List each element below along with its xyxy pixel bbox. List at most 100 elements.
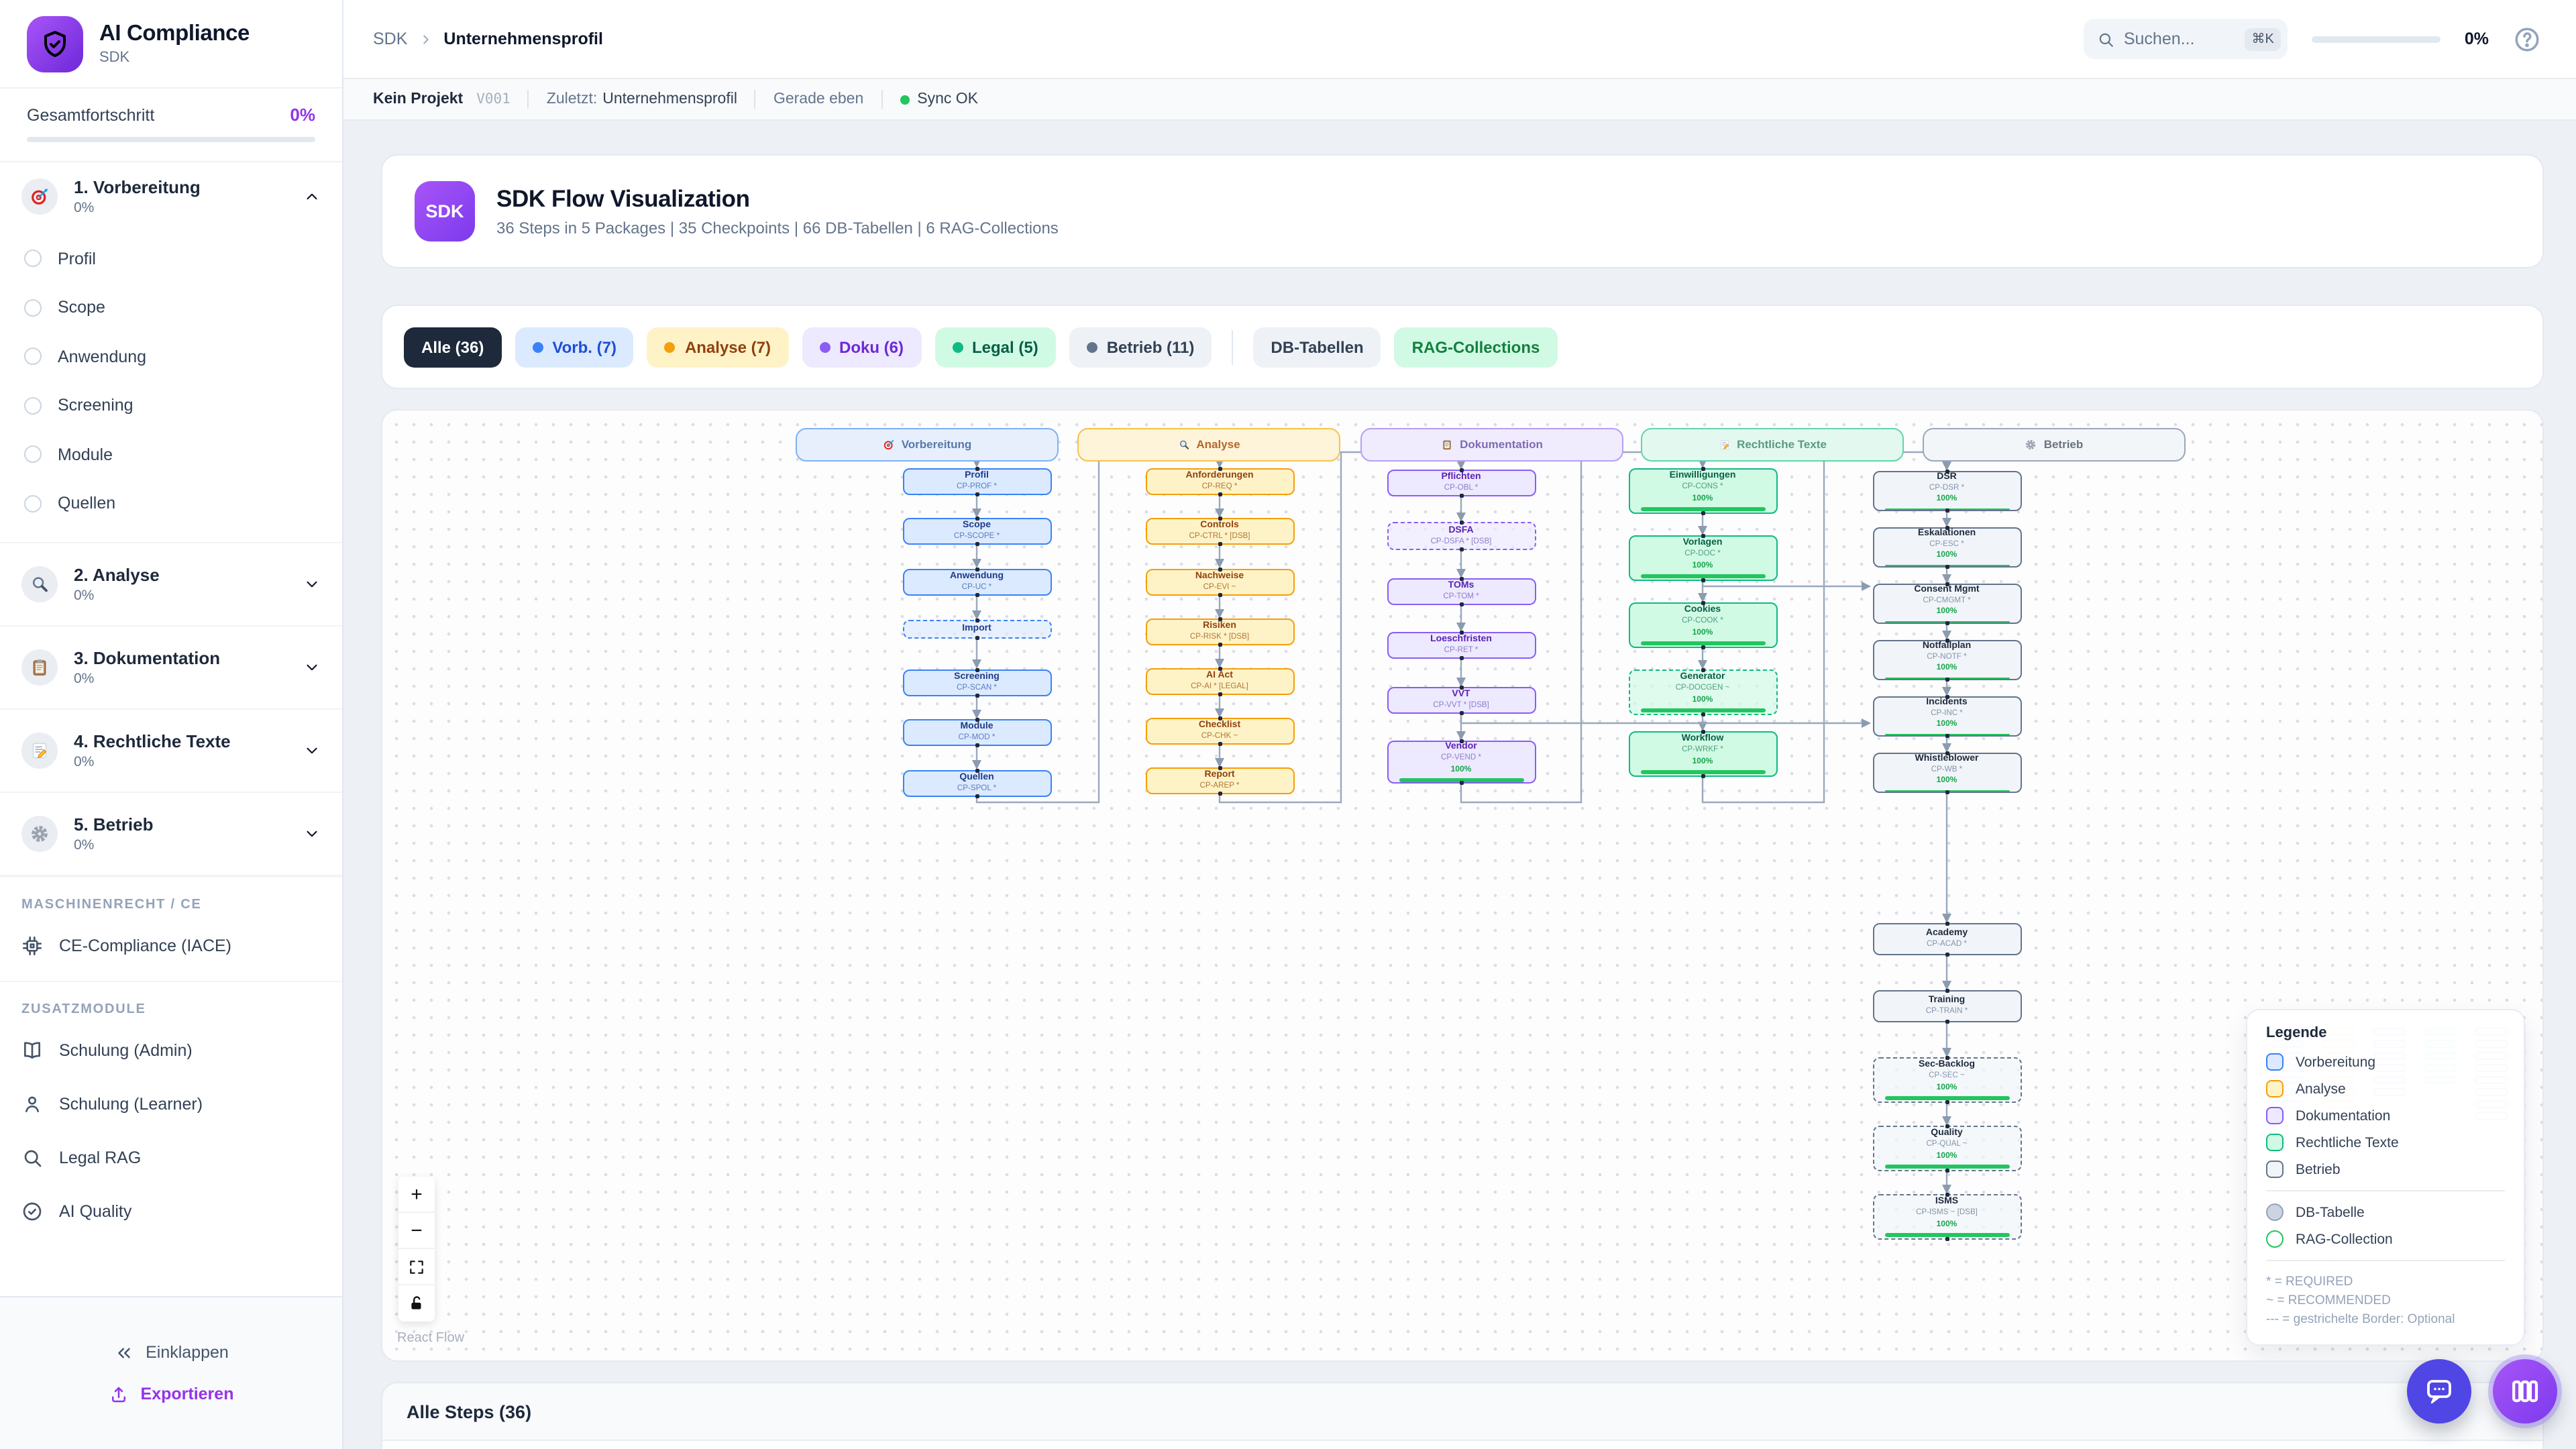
filter-chip-alle-36-[interactable]: Alle (36) bbox=[404, 327, 501, 367]
flow-node-checklist[interactable]: ChecklistCP-CHK ~ bbox=[1145, 718, 1294, 745]
sidebar-item-scope[interactable]: Scope bbox=[0, 283, 342, 332]
flow-node-sec-backlog[interactable]: Sec-BacklogCP-SEC ~100% bbox=[1872, 1057, 2021, 1103]
flow-node-toms[interactable]: TOMsCP-TOM * bbox=[1387, 578, 1536, 605]
flow-node-quellen[interactable]: QuellenCP-SPOL * bbox=[902, 769, 1051, 796]
node-label: Screening bbox=[954, 672, 1000, 683]
package-header-rechtliche-texte[interactable]: Rechtliche Texte bbox=[1641, 427, 1904, 461]
sidebar-section-header-5[interactable]: 5. Betrieb0% bbox=[0, 792, 342, 874]
lock-button[interactable] bbox=[398, 1285, 435, 1322]
flow-node-training[interactable]: TrainingCP-TRAIN * bbox=[1872, 990, 2021, 1022]
flow-node-notfallplan[interactable]: NotfallplanCP-NOTF *100% bbox=[1872, 640, 2021, 680]
flow-node-screening[interactable]: ScreeningCP-SCAN * bbox=[902, 669, 1051, 696]
flow-node-controls[interactable]: ControlsCP-CTRL * [DSB] bbox=[1145, 518, 1294, 545]
help-icon[interactable] bbox=[2513, 25, 2541, 53]
sidebar-item-ai-quality[interactable]: AI Quality bbox=[0, 1184, 342, 1238]
node-label: Report bbox=[1204, 771, 1234, 782]
filter-chip-vorb-7-[interactable]: Vorb. (7) bbox=[515, 327, 634, 367]
sidebar-section-5: 5. Betrieb0% bbox=[0, 792, 342, 875]
flow-node-dsfa[interactable]: DSFACP-DSFA * [DSB] bbox=[1387, 522, 1536, 550]
sidebar-item-module[interactable]: Module bbox=[0, 430, 342, 479]
filter-chip-analyse-7-[interactable]: Analyse (7) bbox=[647, 327, 788, 367]
flow-node-vendor[interactable]: VendorCP-VEND *100% bbox=[1387, 741, 1536, 784]
package-header-dokumentation[interactable]: Dokumentation bbox=[1360, 427, 1623, 461]
filter-chip-betrieb-11-[interactable]: Betrieb (11) bbox=[1069, 327, 1212, 367]
sidebar-item-anwendung[interactable]: Anwendung bbox=[0, 332, 342, 381]
flow-node-quality[interactable]: QualityCP-QUAL ~100% bbox=[1872, 1126, 2021, 1171]
sidebar-item-profil[interactable]: Profil bbox=[0, 234, 342, 283]
search-input[interactable]: Suchen... ⌘K bbox=[2084, 19, 2288, 59]
sidebar-section-header-1[interactable]: 1. Vorbereitung0% bbox=[0, 162, 342, 231]
sidebar-item-legal-rag[interactable]: Legal RAG bbox=[0, 1130, 342, 1184]
breadcrumb-root[interactable]: SDK bbox=[373, 30, 407, 48]
node-code: CP-RET * bbox=[1444, 647, 1479, 656]
zoom-in-button[interactable]: + bbox=[398, 1177, 435, 1213]
flow-node-consent-mgmt[interactable]: Consent MgmtCP-CMGMT *100% bbox=[1872, 584, 2021, 624]
todo-circle-icon bbox=[24, 250, 42, 268]
package-header-analyse[interactable]: Analyse bbox=[1077, 427, 1340, 461]
flow-node-risiken[interactable]: RisikenCP-RISK * [DSB] bbox=[1145, 619, 1294, 645]
todo-circle-icon bbox=[24, 397, 42, 415]
flow-node-nachweise[interactable]: NachweiseCP-EVI ~ bbox=[1145, 568, 1294, 595]
node-code: CP-CHK ~ bbox=[1201, 733, 1238, 742]
flow-node-anwendung[interactable]: AnwendungCP-UC * bbox=[902, 568, 1051, 595]
filter-chip-rag-collections[interactable]: RAG-Collections bbox=[1395, 327, 1558, 367]
package-header-vorbereitung[interactable]: Vorbereitung bbox=[796, 427, 1059, 461]
flow-header-card: SDK SDK Flow Visualization 36 Steps in 5… bbox=[381, 154, 2544, 268]
flow-node-einwilligungen[interactable]: EinwilligungenCP-CONS *100% bbox=[1628, 468, 1777, 514]
node-code: CP-DOC * bbox=[1684, 550, 1720, 559]
flow-canvas[interactable]: LegendeVorbereitungAnalyseDokumentationR… bbox=[381, 409, 2544, 1362]
flow-node-import[interactable]: Import bbox=[902, 620, 1051, 639]
legend-label: Dokumentation bbox=[2296, 1108, 2390, 1124]
kanban-view-button[interactable] bbox=[2493, 1359, 2557, 1424]
filter-chip-legal-5-[interactable]: Legal (5) bbox=[934, 327, 1056, 367]
sidebar-section-header-4[interactable]: 4. Rechtliche Texte0% bbox=[0, 709, 342, 791]
filter-chip-doku-6-[interactable]: Doku (6) bbox=[802, 327, 921, 367]
sidebar-section-header-2[interactable]: 2. Analyse0% bbox=[0, 543, 342, 625]
sidebar-item-schulung-learner-[interactable]: Schulung (Learner) bbox=[0, 1077, 342, 1130]
filter-chip-db-tabellen[interactable]: DB-Tabellen bbox=[1253, 327, 1381, 367]
node-code: CP-COOK * bbox=[1682, 617, 1723, 626]
node-progress-value: 100% bbox=[1937, 496, 1957, 505]
flow-node-dsr[interactable]: DSRCP-DSR *100% bbox=[1872, 471, 2021, 511]
flow-node-anforderungen[interactable]: AnforderungenCP-REQ * bbox=[1145, 468, 1294, 495]
node-code: CP-AI * [LEGAL] bbox=[1191, 684, 1248, 692]
collapse-sidebar-button[interactable]: Einklappen bbox=[113, 1342, 229, 1362]
sidebar-section-header-3[interactable]: 3. Dokumentation0% bbox=[0, 626, 342, 708]
memo-icon bbox=[1718, 438, 1730, 450]
sidebar-item-screening[interactable]: Screening bbox=[0, 381, 342, 430]
legend-row-dokumentation: Dokumentation bbox=[2266, 1107, 2505, 1124]
node-progress-bar bbox=[1884, 621, 2009, 623]
flow-node-academy[interactable]: AcademyCP-ACAD * bbox=[1872, 923, 2021, 955]
sidebar-item-schulung-admin-[interactable]: Schulung (Admin) bbox=[0, 1023, 342, 1077]
node-label: Module bbox=[961, 722, 994, 733]
flow-node-generator[interactable]: GeneratorCP-DOCGEN ~100% bbox=[1628, 669, 1777, 715]
flow-node-pflichten[interactable]: PflichtenCP-OBL * bbox=[1387, 470, 1536, 496]
flow-node-eskalationen[interactable]: EskalationenCP-ESC *100% bbox=[1872, 527, 2021, 568]
package-header-betrieb[interactable]: Betrieb bbox=[1923, 427, 2186, 461]
flow-node-scope[interactable]: ScopeCP-SCOPE * bbox=[902, 518, 1051, 545]
section-title: 1. Vorbereitung bbox=[74, 177, 287, 197]
legend-label: Rechtliche Texte bbox=[2296, 1134, 2399, 1150]
sidebar-item-quellen[interactable]: Quellen bbox=[0, 479, 342, 528]
flow-node-vorlagen[interactable]: VorlagenCP-DOC *100% bbox=[1628, 535, 1777, 581]
flow-node-module[interactable]: ModuleCP-MOD * bbox=[902, 719, 1051, 746]
flow-node-loeschfristen[interactable]: LoeschfristenCP-RET * bbox=[1387, 632, 1536, 659]
flow-node-whistleblower[interactable]: WhistleblowerCP-WB *100% bbox=[1872, 753, 2021, 793]
zoom-out-button[interactable]: − bbox=[398, 1213, 435, 1249]
flow-node-incidents[interactable]: IncidentsCP-INC *100% bbox=[1872, 696, 2021, 737]
flow-node-vvt[interactable]: VVTCP-VVT * [DSB] bbox=[1387, 687, 1536, 714]
flow-node-profil[interactable]: ProfilCP-PROF * bbox=[902, 468, 1051, 494]
fit-view-button[interactable] bbox=[398, 1249, 435, 1285]
flow-node-isms[interactable]: ISMSCP-ISMS ~ [DSB]100% bbox=[1872, 1194, 2021, 1240]
legend-swatch bbox=[2266, 1134, 2284, 1151]
sidebar-item-ce-compliance-iace-[interactable]: CE-Compliance (IACE) bbox=[0, 918, 342, 972]
all-steps-body bbox=[382, 1441, 2542, 1449]
export-button[interactable]: Exportieren bbox=[109, 1384, 234, 1404]
sidebar: AI Compliance SDK Gesamtfortschritt 0% 1… bbox=[0, 0, 343, 1449]
chat-button[interactable] bbox=[2407, 1359, 2471, 1424]
flow-node-report[interactable]: ReportCP-AREP * bbox=[1145, 767, 1294, 794]
flow-node-cookies[interactable]: CookiesCP-COOK *100% bbox=[1628, 602, 1777, 648]
legend-note: --- = gestrichelte Border: Optional bbox=[2266, 1310, 2505, 1329]
flow-node-ai-act[interactable]: AI ActCP-AI * [LEGAL] bbox=[1145, 668, 1294, 695]
flow-node-workflow[interactable]: WorkflowCP-WRKF *100% bbox=[1628, 731, 1777, 777]
